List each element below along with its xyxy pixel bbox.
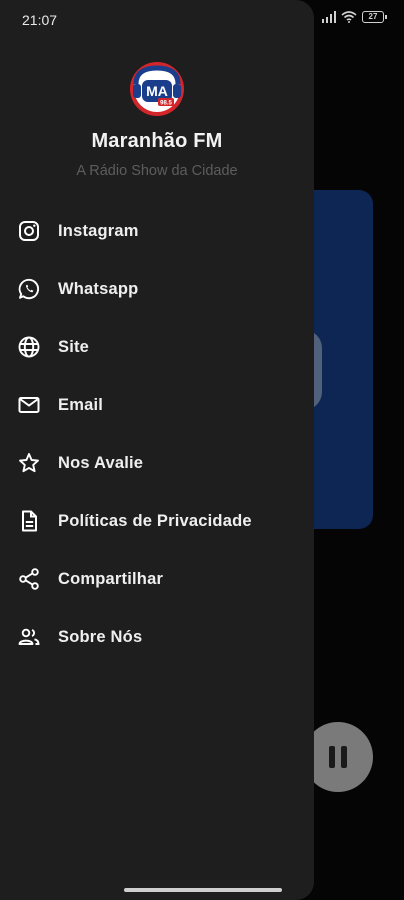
menu-item-whatsapp[interactable]: Whatsapp: [0, 260, 314, 318]
wifi-icon: [341, 11, 357, 23]
whatsapp-icon: [16, 276, 42, 302]
station-logo: MA 98.5: [130, 62, 184, 116]
battery-icon: 27: [362, 11, 387, 23]
status-icons: 27: [321, 11, 387, 23]
menu-item-site[interactable]: Site: [0, 318, 314, 376]
instagram-icon: [16, 218, 42, 244]
star-icon: [16, 450, 42, 476]
menu-item-label: Políticas de Privacidade: [58, 511, 252, 530]
station-name: Maranhão FM: [91, 130, 223, 152]
document-icon: [16, 508, 42, 534]
share-icon: [16, 566, 42, 592]
svg-text:98.5: 98.5: [160, 101, 172, 107]
menu-item-privacy[interactable]: Políticas de Privacidade: [0, 492, 314, 550]
menu-item-email[interactable]: Email: [0, 376, 314, 434]
menu-item-label: Nos Avalie: [58, 453, 144, 472]
menu-item-label: Site: [58, 337, 90, 356]
menu-item-label: Whatsapp: [58, 279, 139, 298]
home-indicator[interactable]: [124, 888, 282, 892]
mail-icon: [16, 392, 42, 418]
menu-item-label: Sobre Nós: [58, 627, 143, 646]
status-time: 21:07: [22, 12, 58, 28]
globe-icon: [16, 334, 42, 360]
signal-icon: [321, 11, 336, 23]
menu-item-about[interactable]: Sobre Nós: [0, 608, 314, 666]
menu-item-instagram[interactable]: Instagram: [0, 202, 314, 260]
people-icon: [16, 624, 42, 650]
menu-item-share[interactable]: Compartilhar: [0, 550, 314, 608]
menu-item-label: Compartilhar: [58, 569, 164, 588]
pause-icon: [329, 746, 335, 768]
menu-item-label: Instagram: [58, 221, 139, 240]
svg-text:MA: MA: [146, 83, 168, 99]
menu-item-label: Email: [58, 395, 104, 414]
station-slogan: A Rádio Show da Cidade: [76, 163, 238, 179]
status-bar: 21:07 27: [0, 0, 404, 40]
menu-item-rate[interactable]: Nos Avalie: [0, 434, 314, 492]
navigation-drawer: MA 98.5 Maranhão FM A Rádio Show da Cida…: [0, 0, 314, 900]
drawer-menu: Instagram Whatsapp Site Email Nos Avalie: [0, 202, 314, 666]
